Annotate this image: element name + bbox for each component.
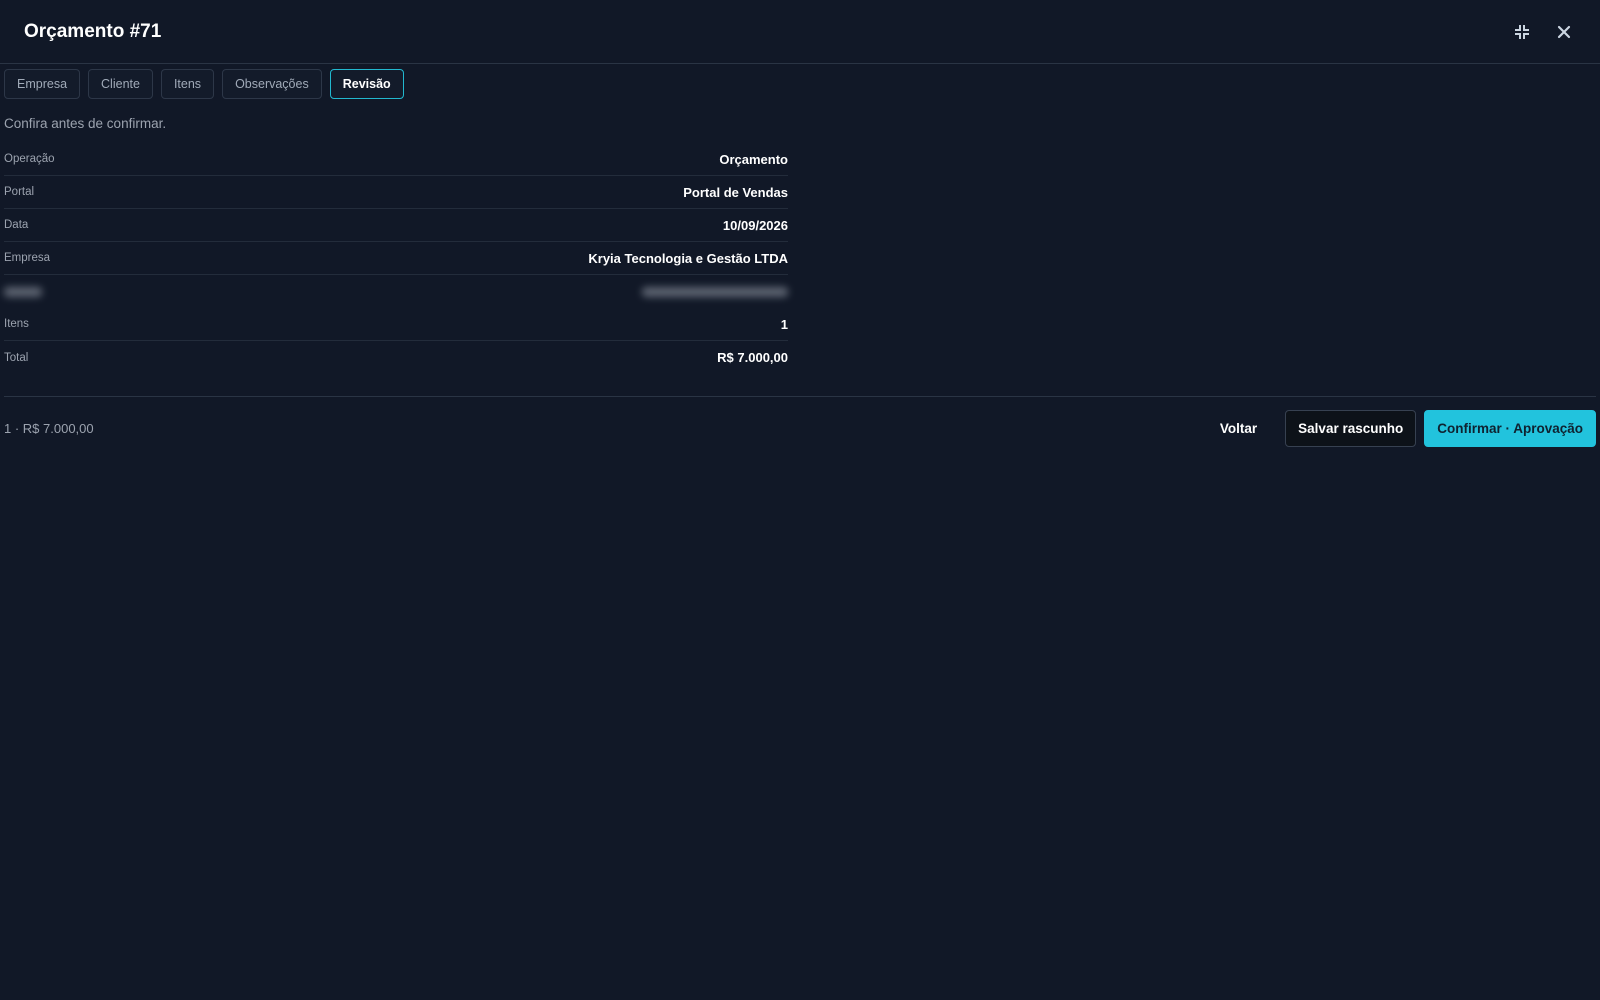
footer-actions: Voltar Salvar rascunho Confirmar · Aprov…: [1208, 410, 1596, 447]
tab-revisao[interactable]: Revisão: [329, 69, 404, 99]
row-label: Data: [4, 219, 29, 231]
row-value: Kryia Tecnologia e Gestão LTDA: [588, 250, 788, 266]
row-value: Orçamento: [719, 151, 788, 167]
summary-row-portal: Portal Portal de Vendas: [4, 176, 788, 209]
back-button[interactable]: Voltar: [1208, 410, 1277, 447]
row-label: Portal: [4, 186, 35, 198]
confirm-approval-button[interactable]: Confirmar · Aprovação: [1424, 410, 1596, 447]
summary-row-empresa: Empresa Kryia Tecnologia e Gestão LTDA: [4, 242, 788, 275]
summary-row-operacao: Operação Orçamento: [4, 143, 788, 176]
row-label: Itens: [4, 318, 29, 330]
row-label: Total: [4, 351, 29, 364]
row-value: 10/09/2026: [722, 217, 788, 233]
summary-row-itens: Itens 1: [4, 308, 788, 341]
tab-cliente[interactable]: Cliente: [88, 69, 153, 99]
review-hint: Confira antes de confirmar.: [4, 116, 167, 131]
redacted-value: [642, 286, 788, 297]
review-summary: Operação Orçamento Portal Portal de Vend…: [4, 143, 788, 374]
tab-empresa[interactable]: Empresa: [4, 69, 81, 99]
summary-row-redacted: [4, 275, 788, 308]
tab-observacoes[interactable]: Observações: [222, 69, 322, 99]
save-draft-button[interactable]: Salvar rascunho: [1285, 410, 1417, 447]
modal-footer: 1 · R$ 7.000,00 Voltar Salvar rascunho C…: [4, 396, 1596, 447]
row-label: Operação: [4, 153, 55, 165]
tab-itens[interactable]: Itens: [160, 69, 215, 99]
header-actions: [1512, 22, 1576, 42]
page-title: Orçamento #71: [24, 20, 162, 42]
collapse-icon[interactable]: [1512, 22, 1532, 42]
summary-row-total: Total R$ 7.000,00: [4, 341, 788, 374]
wizard-tabs: Empresa Cliente Itens Observações Revisã…: [0, 64, 1600, 99]
row-value: R$ 7.000,00: [717, 350, 788, 365]
footer-summary: 1 · R$ 7.000,00: [4, 421, 94, 436]
row-value: 1: [780, 316, 788, 332]
modal-header: Orçamento #71: [0, 0, 1600, 64]
summary-row-data: Data 10/09/2026: [4, 209, 788, 242]
redacted-label: [4, 286, 42, 297]
row-value: Portal de Vendas: [683, 184, 788, 200]
close-icon[interactable]: [1554, 22, 1574, 42]
row-label: Empresa: [4, 252, 51, 264]
